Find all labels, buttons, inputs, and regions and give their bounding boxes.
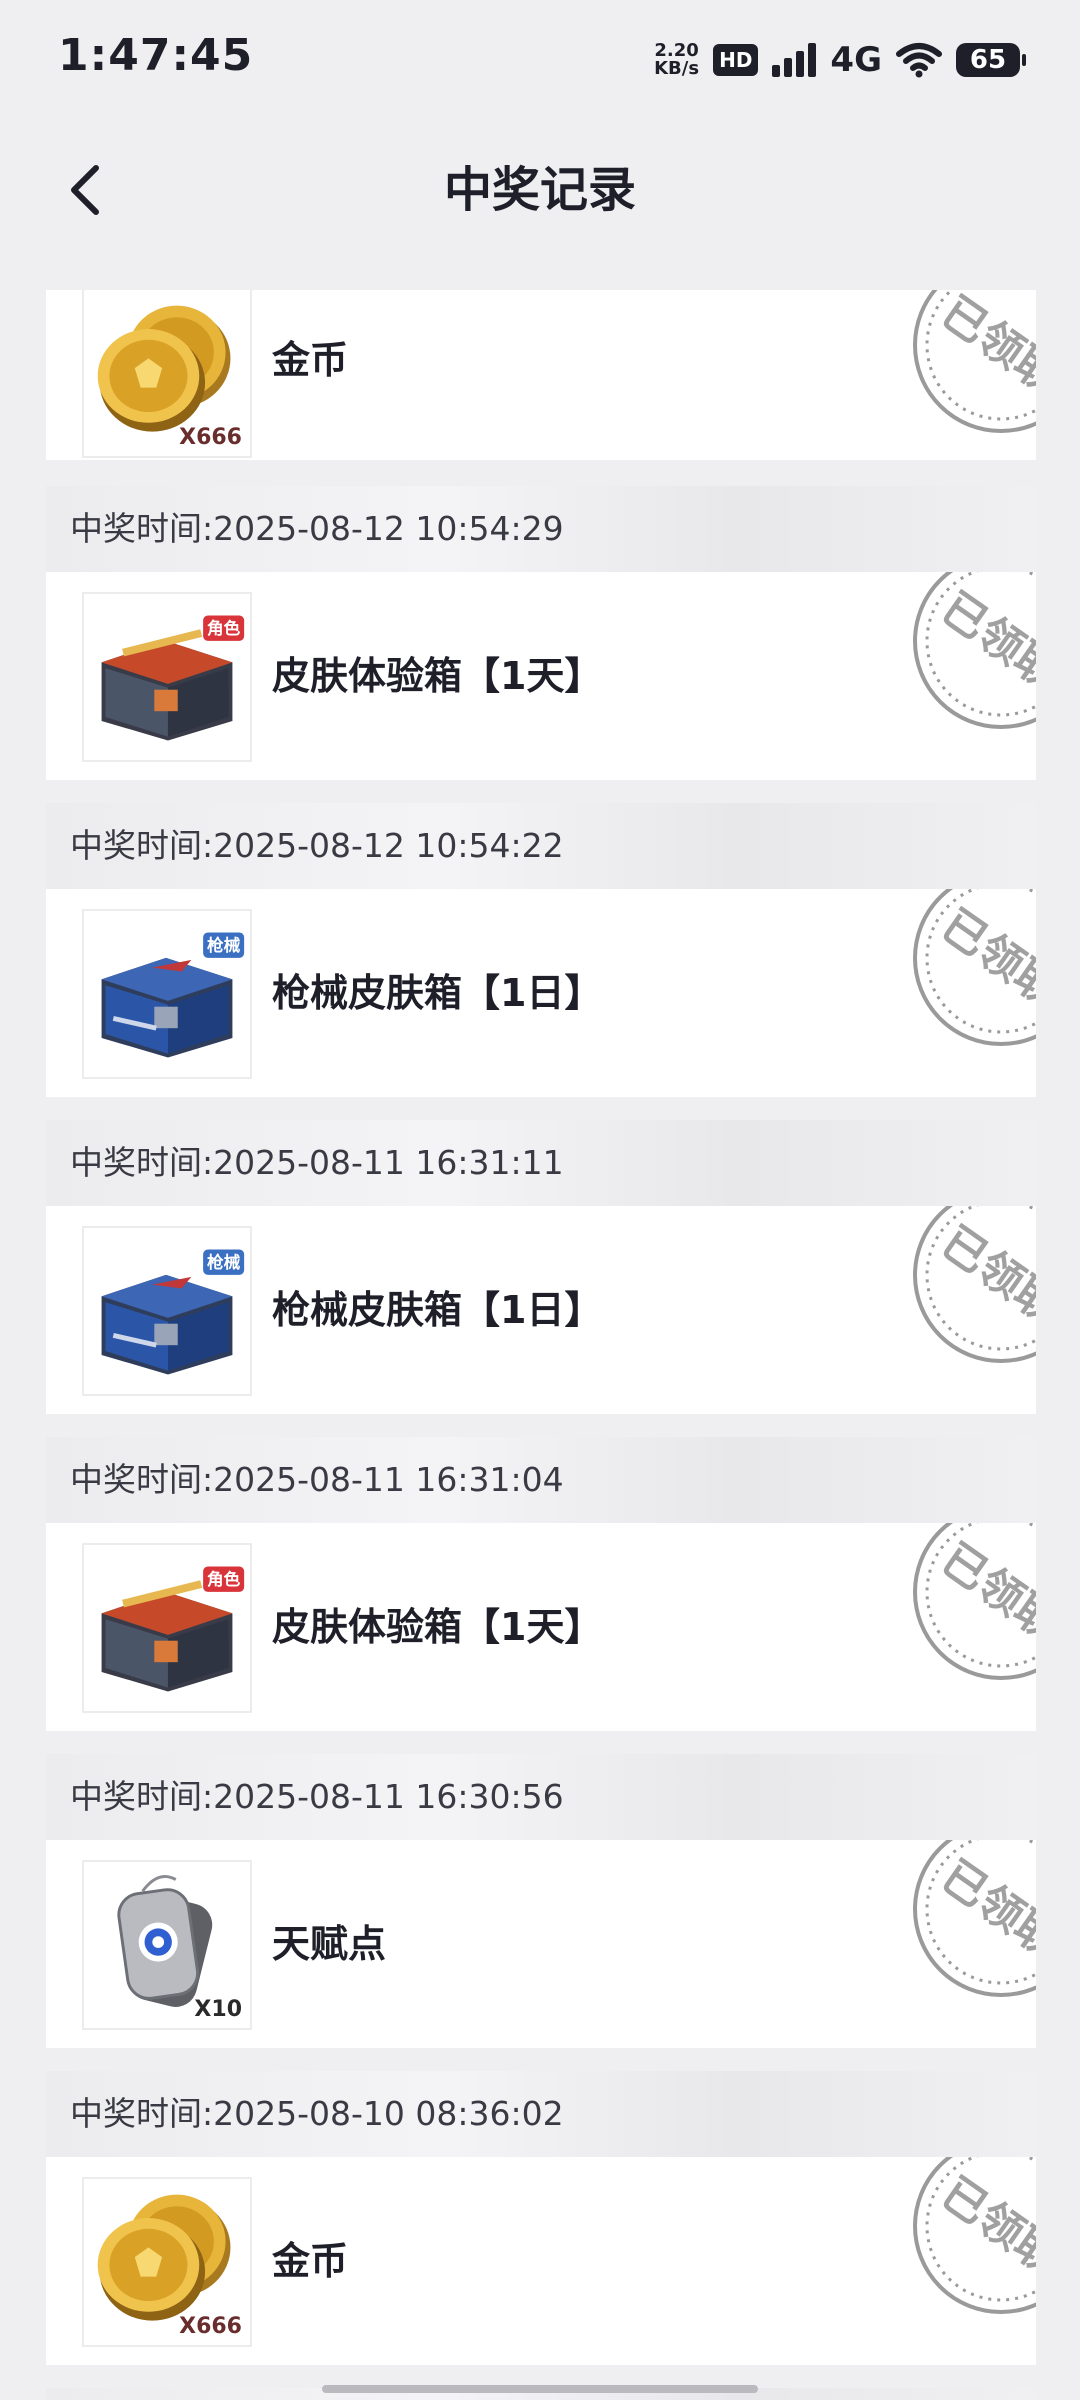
net-speed-unit: KB/s [654,58,700,79]
item-thumbnail: X666 [82,2177,252,2347]
item-badge: 枪械 [207,935,241,955]
item-thumbnail: 角色 [82,1543,252,1713]
item-badge: 角色 [207,618,241,638]
claimed-stamp-icon: 已领取 [913,1523,1036,1680]
item-thumbnail: 角色 [82,592,252,762]
item-badge: 枪械 [207,1252,241,1272]
claimed-stamp-icon: 已领取 [913,1206,1036,1363]
record-time: 中奖时间:2025-08-12 10:54:22 [46,803,1036,889]
battery-icon: 65 [956,43,1026,77]
item-name: 金币 [272,2239,349,2283]
item-name: 皮肤体验箱【1天】 [272,654,603,698]
item-thumbnail: X10 [82,1860,252,2030]
item-name: 枪械皮肤箱【1日】 [272,971,603,1015]
item-quantity: X10 [194,1997,242,2022]
record-body[interactable]: 角色 皮肤体验箱【1天】 已领取 [46,1523,1036,1731]
record-card[interactable]: 中奖时间:2025-08-10 08:36:02 X666 金币 已领取 [46,2071,1036,2365]
record-card[interactable]: 中奖时间:2025-08-11 16:30:56 X10 天赋点 已领取 [46,1754,1036,2048]
record-card[interactable]: 中奖时间:2025-08-11 16:31:11 枪械 枪械皮肤箱【1日】 已领… [46,1120,1036,1414]
item-thumbnail: X666 [82,290,252,458]
record-time: 中奖时间:2025-08-10 08:36:02 [46,2071,1036,2157]
home-indicator[interactable] [322,2385,758,2393]
hd-badge: HD [713,44,759,76]
signal-icon [772,43,817,77]
item-name: 天赋点 [272,1922,387,1966]
claimed-status-text: 已领取 [932,1217,1036,1334]
skin-chest-icon: 角色 [84,615,245,760]
item-name: 枪械皮肤箱【1日】 [272,1288,603,1332]
weapon-chest-icon: 枪械 [84,932,245,1077]
skin-chest-icon: 角色 [84,1566,245,1711]
item-quantity: X666 [179,2314,242,2339]
item-name: 皮肤体验箱【1天】 [272,1605,603,1649]
record-card[interactable]: 中奖时间:2025-08-12 10:54:29 角色 皮肤体验箱【1天】 已领… [46,486,1036,780]
claimed-stamp-icon: 已领取 [913,290,1036,433]
status-time: 1:47:45 [58,30,254,81]
claimed-status-text: 已领取 [932,900,1036,1017]
page-title: 中奖记录 [443,162,636,218]
status-icons: 2.20 KB/s HD 4G 65 [654,34,1026,86]
record-time: 中奖时间:2025-08-12 10:54:29 [46,486,1036,572]
status-bar: 1:47:45 2.20 KB/s HD 4G 65 [0,0,1080,120]
record-card[interactable]: 中奖时间:2025-08-12 10:54:22 枪械 枪械皮肤箱【1日】 已领… [46,803,1036,1097]
record-body[interactable]: 角色 皮肤体验箱【1天】 已领取 [46,572,1036,780]
records-list[interactable]: X666 金币 已领取 中奖时间:2025-08-12 10:54:29 角色 … [46,290,1036,2400]
weapon-chest-icon: 枪械 [84,1249,245,1394]
claimed-status-text: 已领取 [932,1851,1036,1968]
item-thumbnail: 枪械 [82,909,252,1079]
record-time: 中奖时间:2025-08-11 16:31:11 [46,1120,1036,1206]
item-quantity: X666 [179,425,242,450]
record-body[interactable]: X10 天赋点 已领取 [46,1840,1036,2048]
item-name: 金币 [272,338,349,382]
record-body[interactable]: 枪械 枪械皮肤箱【1日】 已领取 [46,1206,1036,1414]
claimed-status-text: 已领取 [932,583,1036,700]
claimed-stamp-icon: 已领取 [913,572,1036,729]
network-type: 4G [830,40,882,80]
claimed-stamp-icon: 已领取 [913,1840,1036,1997]
claimed-stamp-icon: 已领取 [913,889,1036,1046]
header: 中奖记录 [0,120,1080,270]
record-time: 中奖时间:2025-08-11 16:30:56 [46,1754,1036,1840]
record-body[interactable]: X666 金币 已领取 [46,2157,1036,2365]
record-body[interactable]: 枪械 枪械皮肤箱【1日】 已领取 [46,889,1036,1097]
claimed-status-text: 已领取 [932,2168,1036,2285]
claimed-status-text: 已领取 [932,1534,1036,1651]
item-thumbnail: 枪械 [82,1226,252,1396]
record-time: 中奖时间:2025-08-11 16:31:04 [46,1437,1036,1523]
claimed-stamp-icon: 已领取 [913,2157,1036,2314]
claimed-status-text: 已领取 [932,290,1036,404]
record-card[interactable]: 中奖时间:2025-08-11 16:31:04 角色 皮肤体验箱【1天】 已领… [46,1437,1036,1731]
record-card[interactable]: X666 金币 已领取 [46,290,1036,460]
wifi-icon [896,43,942,78]
net-speed: 2.20 KB/s [654,42,699,78]
record-body[interactable]: X666 金币 已领取 [46,290,1036,460]
item-badge: 角色 [207,1569,241,1589]
